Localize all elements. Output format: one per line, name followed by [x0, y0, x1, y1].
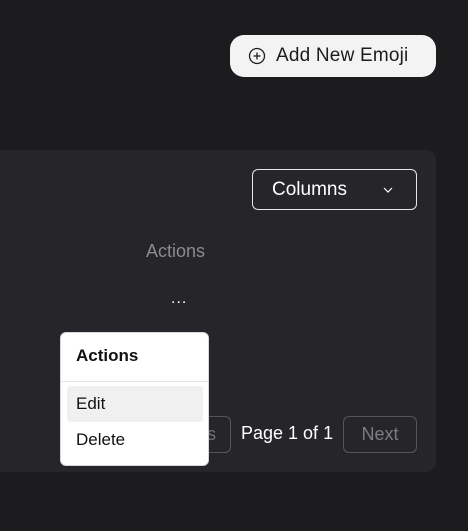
- next-page-button[interactable]: Next: [343, 416, 417, 453]
- add-new-emoji-button[interactable]: Add New Emoji: [230, 35, 436, 77]
- menu-item-delete[interactable]: Delete: [67, 422, 203, 458]
- actions-column-header: Actions: [146, 241, 206, 261]
- chevron-down-icon: [382, 183, 394, 201]
- next-button-label: Next: [361, 424, 399, 444]
- columns-button-label: Columns: [272, 178, 347, 200]
- actions-dropdown-menu: Actions Edit Delete: [60, 332, 209, 466]
- add-new-emoji-label: Add New Emoji: [276, 45, 409, 66]
- menu-heading: Actions: [76, 346, 139, 365]
- plus-circle-icon: [248, 47, 266, 65]
- row-actions-trigger[interactable]: ...: [171, 290, 187, 308]
- columns-dropdown-button[interactable]: Columns: [252, 169, 417, 210]
- menu-divider: [61, 381, 208, 382]
- menu-item-edit[interactable]: Edit: [67, 386, 203, 422]
- page-indicator: Page 1 of 1: [241, 423, 334, 443]
